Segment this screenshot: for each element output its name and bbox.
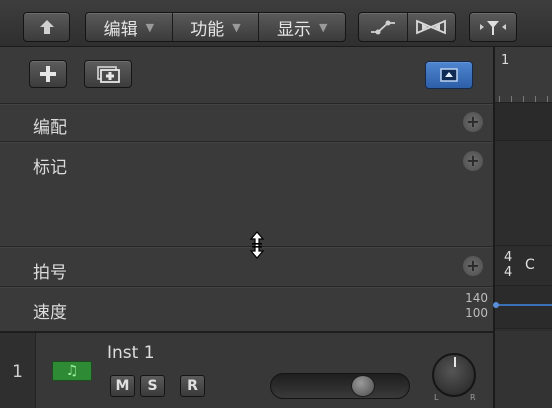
tempo-point[interactable] bbox=[493, 302, 499, 308]
edit-menu[interactable]: 编辑 ▼ bbox=[86, 13, 173, 41]
flex-time-icon bbox=[416, 19, 447, 35]
view-menu-label: 显示 bbox=[276, 19, 311, 40]
global-tracks-icon bbox=[440, 68, 458, 82]
menu-segment: 编辑 ▼ 功能 ▼ 显示 ▼ bbox=[85, 12, 346, 42]
duplicate-track-icon bbox=[97, 66, 120, 83]
key-signature: C bbox=[525, 257, 535, 273]
arrangement-label: 编配 bbox=[33, 118, 67, 138]
catch-button[interactable] bbox=[469, 12, 517, 42]
ruler[interactable]: 1 bbox=[495, 47, 552, 103]
global-tracks-button[interactable] bbox=[425, 61, 473, 89]
chevron-down-icon: ▼ bbox=[232, 20, 241, 34]
signature-numerator: 4 bbox=[504, 250, 513, 265]
catch-playhead-icon bbox=[480, 21, 506, 35]
pan-knob[interactable] bbox=[432, 353, 476, 397]
up-arrow-icon bbox=[39, 20, 54, 34]
functions-menu-label: 功能 bbox=[190, 19, 225, 40]
global-track-arrangement[interactable]: 编配 + bbox=[0, 103, 493, 141]
global-track-tempo[interactable]: 速度 140 100 bbox=[0, 286, 493, 329]
back-button[interactable] bbox=[23, 12, 70, 42]
functions-menu[interactable]: 功能 ▼ bbox=[173, 13, 260, 41]
signature-label: 拍号 bbox=[33, 263, 67, 283]
chevron-down-icon: ▼ bbox=[145, 20, 155, 34]
tempo-label: 速度 bbox=[33, 303, 67, 323]
signature-denominator: 4 bbox=[504, 265, 513, 280]
plus-icon bbox=[40, 66, 56, 82]
marker-label: 标记 bbox=[33, 158, 67, 178]
volume-slider[interactable] bbox=[270, 373, 410, 399]
add-marker-icon[interactable]: + bbox=[463, 151, 483, 171]
record-button[interactable]: R bbox=[180, 375, 205, 397]
solo-button[interactable]: S bbox=[140, 375, 165, 397]
music-note-icon: ♫ bbox=[65, 363, 79, 379]
control-bar: 编辑 ▼ 功能 ▼ 显示 ▼ bbox=[0, 0, 552, 47]
pan-indicator bbox=[454, 357, 456, 367]
tempo-lane[interactable] bbox=[493, 286, 552, 329]
tempo-line bbox=[495, 304, 552, 306]
global-track-marker[interactable]: 标记 + bbox=[0, 141, 493, 246]
arrangement-lane[interactable] bbox=[495, 103, 552, 141]
tempo-max-value: 140 bbox=[465, 291, 488, 305]
timeline-area[interactable]: 1 4 4 C bbox=[493, 47, 552, 408]
edit-menu-label: 编辑 bbox=[103, 19, 138, 40]
ruler-ticks bbox=[499, 96, 548, 102]
pan-left-label: L bbox=[434, 393, 439, 402]
add-arrangement-icon[interactable]: + bbox=[463, 112, 483, 132]
add-signature-icon[interactable]: + bbox=[463, 256, 483, 276]
signature-lane[interactable]: 4 4 C bbox=[495, 246, 552, 286]
ruler-bar-number: 1 bbox=[501, 53, 510, 68]
duplicate-track-button[interactable] bbox=[84, 60, 132, 88]
tempo-min-value: 100 bbox=[465, 306, 488, 320]
mute-button[interactable]: M bbox=[110, 375, 135, 397]
track-number: 1 bbox=[0, 333, 36, 408]
automation-flex-segment bbox=[358, 12, 456, 42]
add-track-button[interactable] bbox=[29, 60, 67, 88]
flex-button[interactable] bbox=[408, 13, 456, 41]
resize-cursor-icon bbox=[249, 231, 265, 259]
automation-curve-icon bbox=[370, 20, 395, 35]
track-lane[interactable] bbox=[495, 331, 552, 408]
automation-button[interactable] bbox=[359, 13, 408, 41]
volume-slider-handle[interactable] bbox=[351, 375, 375, 397]
chevron-down-icon: ▼ bbox=[318, 20, 328, 34]
view-menu[interactable]: 显示 ▼ bbox=[259, 13, 345, 41]
instrument-icon: ♫ bbox=[52, 361, 92, 381]
marker-lane[interactable] bbox=[495, 141, 552, 246]
track-row[interactable]: 1 ♫ Inst 1 M S R L R bbox=[0, 331, 493, 408]
global-track-signature[interactable]: 拍号 + bbox=[0, 246, 493, 286]
track-name[interactable]: Inst 1 bbox=[107, 343, 155, 363]
pan-right-label: R bbox=[470, 393, 476, 402]
